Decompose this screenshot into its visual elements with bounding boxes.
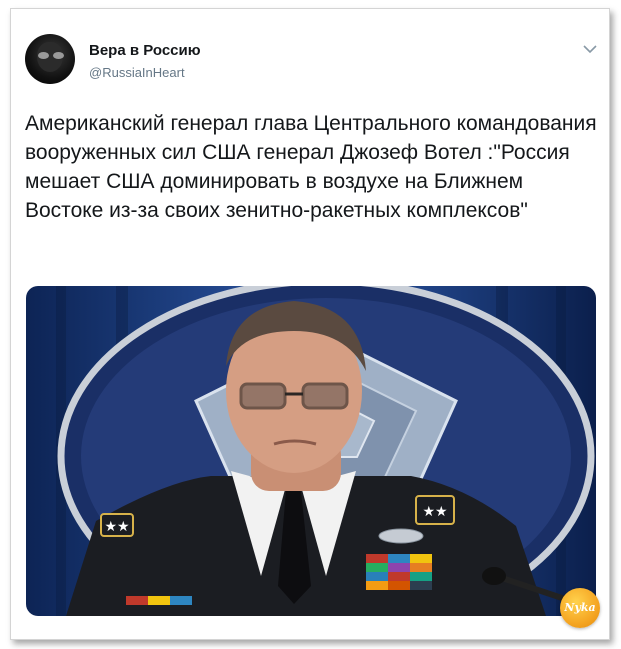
avatar-glasses bbox=[38, 52, 64, 60]
author-handle[interactable]: @RussiaInHeart bbox=[89, 65, 185, 80]
tweet-text: Американский генерал глава Центрального … bbox=[25, 112, 597, 222]
profile-avatar-icon[interactable] bbox=[25, 34, 75, 84]
chevron-down-icon[interactable] bbox=[583, 44, 597, 54]
tweet-photo[interactable]: ★★ ★★ bbox=[26, 286, 596, 616]
author-name[interactable]: Вера в Россию bbox=[89, 42, 201, 59]
svg-text:★★: ★★ bbox=[104, 519, 129, 535]
site-watermark-logo: Nyka bbox=[560, 588, 600, 628]
svg-text:★★: ★★ bbox=[422, 504, 447, 520]
general-photo-illustration: ★★ ★★ bbox=[56, 286, 595, 616]
tweet-card: Вера в Россию @RussiaInHeart Американски… bbox=[10, 8, 610, 640]
